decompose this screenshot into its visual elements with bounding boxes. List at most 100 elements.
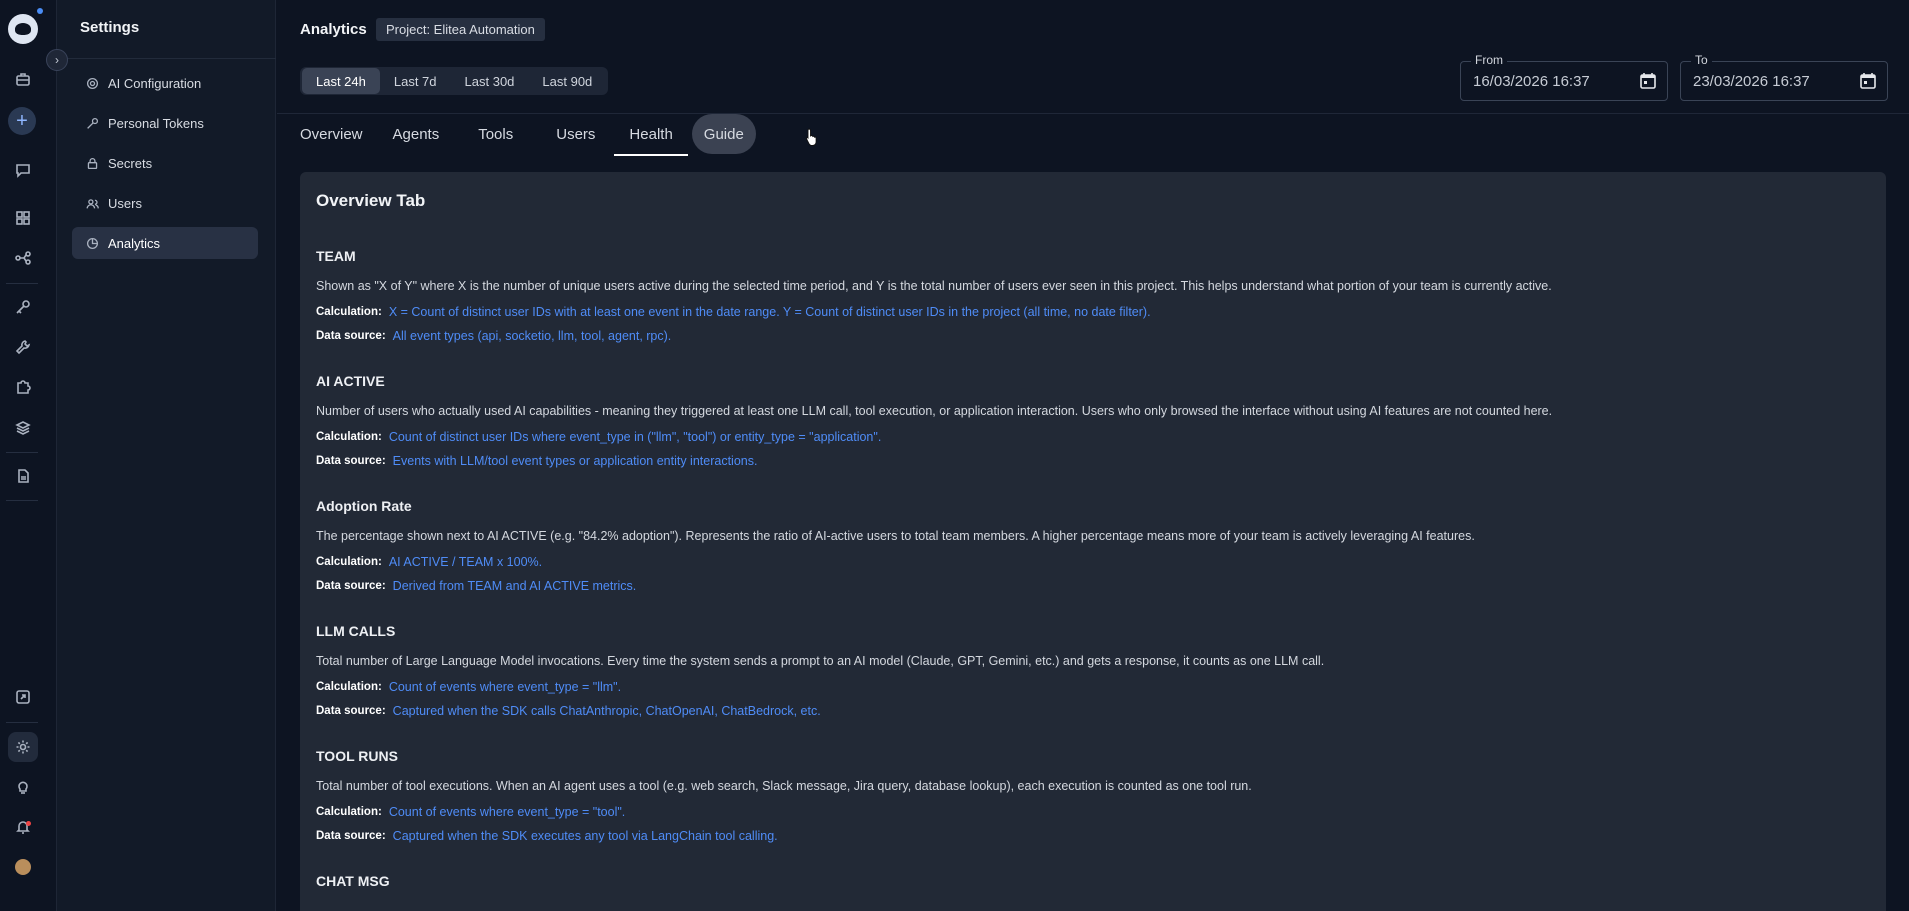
- calculation-value: Count of events where event_type = "llm"…: [388, 680, 622, 694]
- avatar[interactable]: [15, 859, 31, 875]
- expand-sidebar-button[interactable]: ›: [46, 49, 68, 71]
- rail-divider: [6, 283, 38, 284]
- source-label: Data source:: [316, 580, 386, 592]
- metric-calculation-row: Calculation: Count of events where event…: [316, 678, 1866, 696]
- tab-health[interactable]: Health: [614, 114, 689, 156]
- sidebar-title: Settings: [80, 19, 140, 36]
- sidebar-item-label: Analytics: [108, 235, 161, 251]
- metric-source-row: Data source: Captured when the SDK execu…: [316, 827, 1866, 845]
- sidebar-item-analytics[interactable]: Analytics: [72, 227, 258, 259]
- metric-source-row: Data source: Captured when the SDK calls…: [316, 702, 1866, 720]
- from-date-value[interactable]: 16/03/2026 16:37: [1473, 73, 1590, 90]
- source-label: Data source:: [316, 830, 386, 842]
- create-new-button[interactable]: +: [8, 107, 36, 135]
- stack-icon[interactable]: [11, 415, 35, 439]
- document-icon[interactable]: [11, 464, 35, 488]
- calculation-value: Count of events where event_type = "tool…: [388, 805, 626, 819]
- metric-description: The percentage shown next to AI ACTIVE (…: [316, 529, 1475, 543]
- from-date-field[interactable]: From 16/03/2026 16:37: [1460, 53, 1668, 101]
- source-value: All event types (api, socketio, llm, too…: [392, 329, 672, 343]
- range-last-24h-button[interactable]: Last 24h: [302, 68, 380, 94]
- flow-icon[interactable]: [11, 246, 35, 270]
- metric-title: LLM CALLS: [316, 623, 396, 639]
- source-label: Data source:: [316, 455, 386, 467]
- metric-title: Adoption Rate: [316, 498, 412, 514]
- calculation-value: AI ACTIVE / TEAM x 100%.: [388, 555, 543, 569]
- source-label: Data source:: [316, 705, 386, 717]
- chat-icon[interactable]: [11, 158, 35, 182]
- calculation-label: Calculation:: [316, 806, 382, 818]
- metric-source-row: Data source: Events with LLM/tool event …: [316, 452, 1866, 470]
- metric-source-row: Data source: All event types (api, socke…: [316, 327, 1866, 345]
- sidebar-item-label: AI Configuration: [108, 75, 202, 91]
- icon-rail: › +: [0, 0, 68, 911]
- users-icon: [86, 198, 99, 208]
- to-date-label: To: [1691, 53, 1712, 67]
- calendar-icon[interactable]: [1639, 72, 1657, 90]
- metric-calculation-row: Calculation: Count of events where event…: [316, 803, 1866, 821]
- range-last-90d-button[interactable]: Last 90d: [528, 68, 606, 94]
- settings-icon[interactable]: [8, 732, 38, 762]
- sidebar-item-ai-configuration[interactable]: AI Configuration: [72, 67, 258, 99]
- calculation-label: Calculation:: [316, 306, 382, 318]
- rail-divider: [6, 722, 38, 723]
- export-icon[interactable]: [11, 685, 35, 709]
- analytics-icon: [86, 237, 99, 249]
- tab-overview[interactable]: Overview: [285, 114, 378, 154]
- range-last-30d-button[interactable]: Last 30d: [451, 68, 529, 94]
- metric-title: AI ACTIVE: [316, 373, 385, 389]
- calculation-label: Calculation:: [316, 681, 382, 693]
- metric-llm-calls: LLM CALLS Total number of Large Language…: [316, 623, 1866, 720]
- main-content: Analytics Project: Elitea Automation Las…: [277, 0, 1909, 911]
- sidebar-item-users[interactable]: Users: [72, 187, 258, 219]
- guide-heading: Overview Tab: [316, 191, 426, 210]
- sidebar-item-personal-tokens[interactable]: Personal Tokens: [72, 107, 258, 139]
- sidebar-divider: [57, 58, 276, 59]
- briefcase-icon[interactable]: [11, 67, 35, 91]
- key-icon[interactable]: [11, 295, 35, 319]
- metric-title: CHAT MSG: [316, 873, 390, 889]
- metric-description: Total number of Large Language Model inv…: [316, 654, 1325, 668]
- source-value: Captured when the SDK calls ChatAnthropi…: [392, 704, 821, 718]
- metric-title: TEAM: [316, 248, 356, 264]
- metric-source-row: Data source: Derived from TEAM and AI AC…: [316, 577, 1866, 595]
- sidebar-item-label: Secrets: [108, 155, 153, 171]
- lock-icon: [87, 157, 98, 169]
- bulb-icon[interactable]: [11, 775, 35, 799]
- puzzle-icon[interactable]: [11, 375, 35, 399]
- bell-badge: [26, 821, 31, 826]
- range-last-7d-button[interactable]: Last 7d: [380, 68, 451, 94]
- calculation-value: X = Count of distinct user IDs with at l…: [388, 305, 1151, 319]
- rail-divider: [6, 500, 38, 501]
- apps-icon[interactable]: [11, 206, 35, 230]
- source-label: Data source:: [316, 330, 386, 342]
- to-date-value[interactable]: 23/03/2026 16:37: [1693, 73, 1810, 90]
- metric-tool-runs: TOOL RUNS Total number of tool execution…: [316, 748, 1866, 845]
- analytics-tabs: Overview Agents Tools Users Health Guide: [277, 114, 756, 156]
- metric-calculation-row: Calculation: AI ACTIVE / TEAM x 100%.: [316, 553, 1866, 571]
- settings-sidebar: Settings AI Configuration Personal Token…: [57, 0, 276, 911]
- to-date-field[interactable]: To 23/03/2026 16:37: [1680, 53, 1888, 101]
- sidebar-item-label: Users: [108, 195, 142, 211]
- tab-guide[interactable]: Guide: [691, 114, 756, 154]
- tab-users[interactable]: Users: [537, 114, 614, 154]
- metric-adoption-rate: Adoption Rate The percentage shown next …: [316, 498, 1866, 595]
- rail-divider: [6, 452, 38, 453]
- app-logo[interactable]: [8, 14, 38, 44]
- gear-icon: [86, 77, 99, 89]
- tab-agents[interactable]: Agents: [378, 114, 455, 154]
- sidebar-item-secrets[interactable]: Secrets: [72, 147, 258, 179]
- time-range-selector: Last 24h Last 7d Last 30d Last 90d: [300, 67, 609, 95]
- metric-chat-msg: CHAT MSG: [316, 873, 1866, 893]
- tab-tools[interactable]: Tools: [454, 114, 537, 154]
- sidebar-item-label: Personal Tokens: [108, 115, 204, 131]
- metric-ai-active: AI ACTIVE Number of users who actually u…: [316, 373, 1866, 470]
- bell-icon[interactable]: [11, 815, 35, 839]
- key-icon: [87, 117, 99, 129]
- source-value: Captured when the SDK executes any tool …: [392, 829, 778, 843]
- source-value: Derived from TEAM and AI ACTIVE metrics.: [392, 579, 637, 593]
- calculation-label: Calculation:: [316, 431, 382, 443]
- calendar-icon[interactable]: [1859, 72, 1877, 90]
- wrench-icon[interactable]: [11, 335, 35, 359]
- source-value: Events with LLM/tool event types or appl…: [392, 454, 758, 468]
